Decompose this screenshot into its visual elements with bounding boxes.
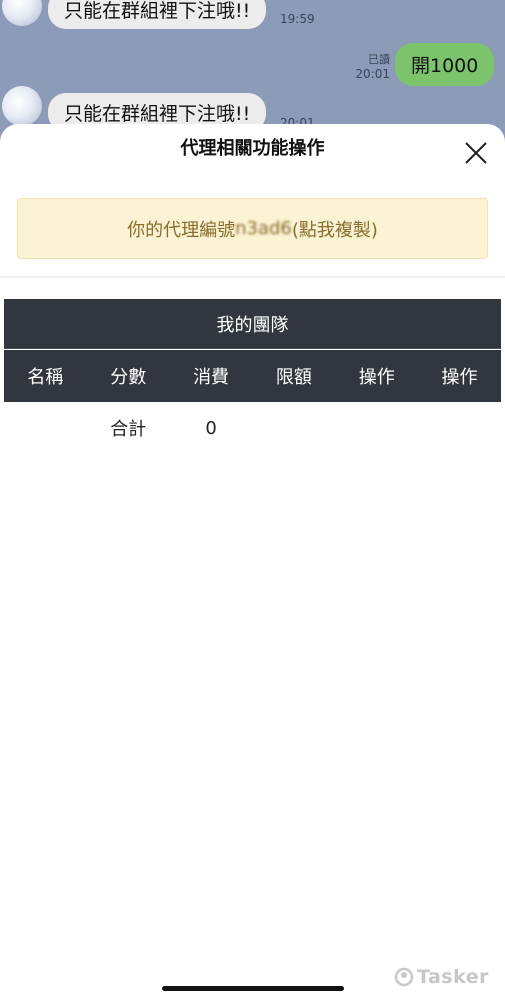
message-time: 19:59 xyxy=(280,12,315,26)
sheet-title: 代理相關功能操作 xyxy=(180,138,325,159)
column-spend: 消費 xyxy=(193,367,230,388)
home-indicator[interactable] xyxy=(162,986,344,991)
agent-functions-sheet: 代理相關功能操作 你的代理編號 n3ad6 (點我複製) 我的團隊 名稱 分數 … xyxy=(0,124,505,1000)
column-name: 名稱 xyxy=(27,367,64,388)
sender-avatar[interactable] xyxy=(2,86,42,126)
tasker-logo-icon xyxy=(394,967,414,987)
team-table-title: 我的團隊 xyxy=(4,299,501,349)
agent-id-prefix: 你的代理編號 xyxy=(127,219,236,241)
divider xyxy=(0,276,505,278)
total-value: 0 xyxy=(205,417,217,439)
agent-id-copy-hint: (點我複製) xyxy=(291,219,378,241)
incoming-message[interactable]: 只能在群組裡下注哦!! xyxy=(48,0,267,29)
total-empty-cell xyxy=(252,406,335,450)
total-empty-cell xyxy=(418,406,501,450)
watermark-text: Tasker xyxy=(416,966,489,988)
total-empty-cell xyxy=(4,406,87,450)
column-limit: 限額 xyxy=(275,367,312,388)
agent-id-code: n3ad6 xyxy=(235,218,292,239)
total-empty-cell xyxy=(335,406,418,450)
column-score: 分數 xyxy=(110,367,147,388)
agent-id-copy-button[interactable]: 你的代理編號 n3ad6 (點我複製) xyxy=(17,198,488,259)
message-text: 只能在群組裡下注哦!! xyxy=(64,0,251,22)
message-text: 只能在群組裡下注哦!! xyxy=(64,103,251,125)
outgoing-time: 20:01 xyxy=(355,67,390,81)
close-icon xyxy=(465,142,487,164)
read-receipt: 已讀 20:01 xyxy=(350,52,390,82)
read-label: 已讀 xyxy=(368,53,390,66)
outgoing-text: 開1000 xyxy=(411,55,479,77)
team-table-header: 名稱 分數 消費 限額 操作 操作 xyxy=(4,350,501,402)
column-action: 操作 xyxy=(358,367,395,388)
close-button[interactable] xyxy=(461,138,491,168)
team-title: 我的團隊 xyxy=(216,314,289,336)
table-total-row: 合計 0 xyxy=(4,406,501,450)
total-label: 合計 xyxy=(110,419,147,440)
column-action: 操作 xyxy=(441,367,478,388)
watermark: Tasker xyxy=(394,966,489,988)
sender-avatar[interactable] xyxy=(2,0,42,26)
outgoing-message[interactable]: 開1000 xyxy=(395,43,495,86)
